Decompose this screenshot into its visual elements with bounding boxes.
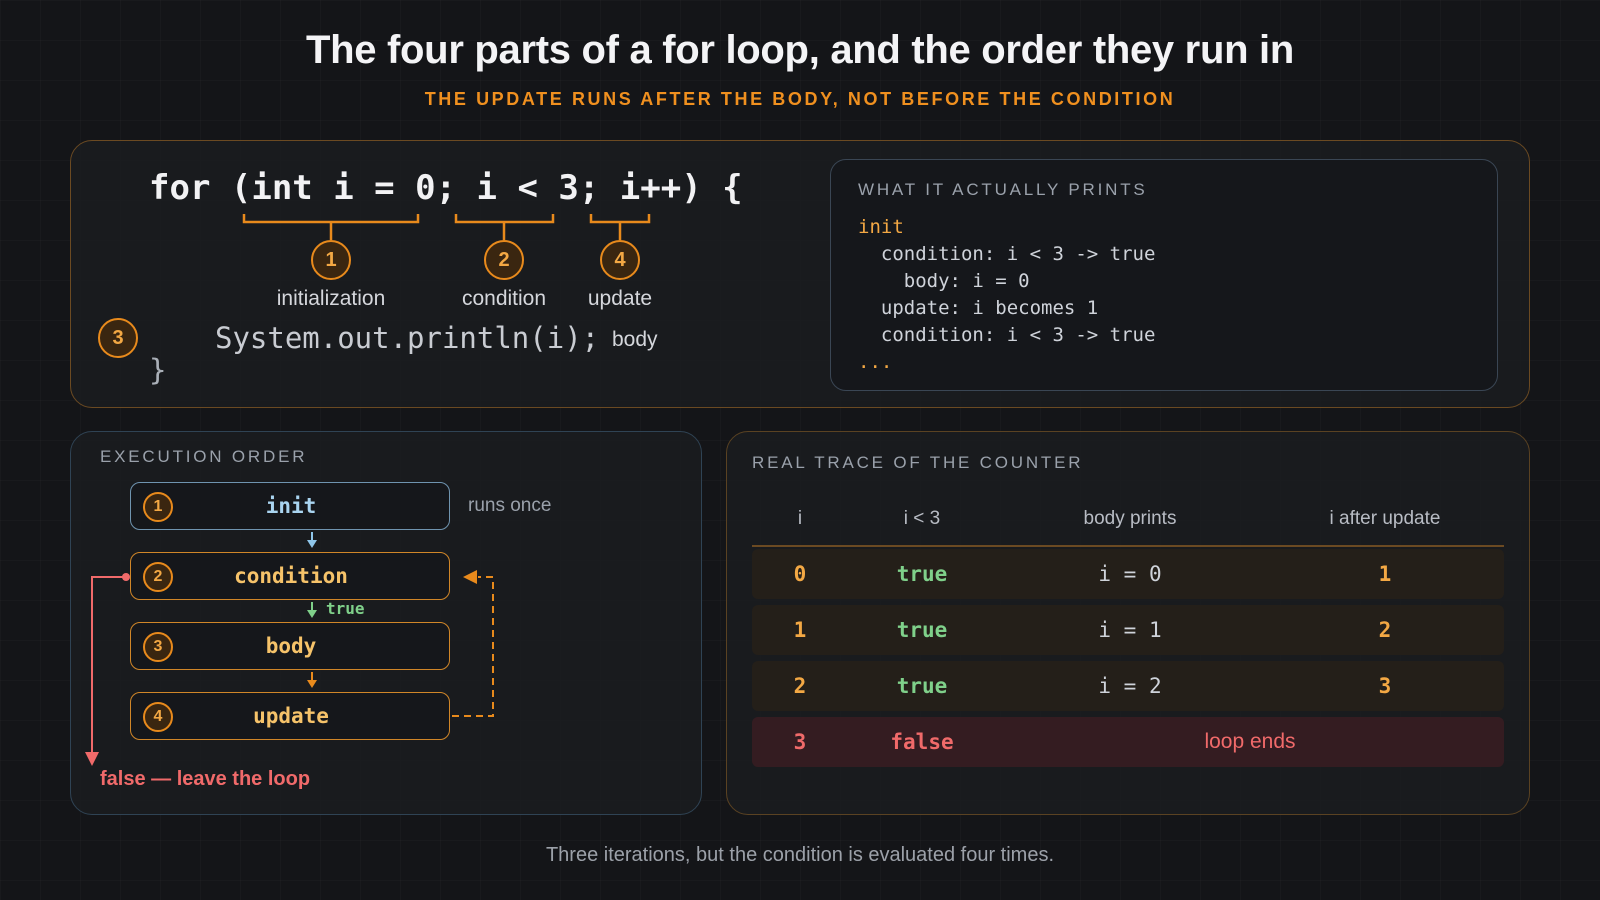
cell-prints: i = 2 (1098, 674, 1162, 698)
step-condition: 2 condition (130, 552, 450, 600)
loop-ends-note: loop ends (1204, 730, 1296, 753)
column-header: body prints (1083, 508, 1177, 529)
cell-i: 3 (793, 730, 807, 754)
step-body: 3 body (130, 622, 450, 670)
cell-prints: i = 0 (1098, 562, 1162, 586)
cell-condition: true (896, 674, 948, 698)
step-init: 1 init (130, 482, 450, 530)
column-header: i after update (1329, 508, 1441, 529)
step-label: update (253, 704, 329, 728)
cell-condition: true (896, 562, 948, 586)
step-label: init (265, 494, 317, 518)
header-divider (752, 545, 1504, 547)
cell-i: 2 (793, 674, 807, 698)
cell-condition: true (896, 618, 948, 642)
cell-after-update: 1 (1378, 562, 1392, 586)
column-header: i (797, 508, 803, 529)
footer-note: Three iterations, but the condition is e… (545, 844, 1055, 866)
false-exit-label: false — leave the loop (100, 768, 311, 790)
cell-condition: false (890, 730, 954, 754)
column-header: i < 3 (903, 508, 941, 529)
cell-after-update: 2 (1378, 618, 1392, 642)
cell-prints: i = 1 (1098, 618, 1162, 642)
cell-i: 0 (793, 562, 807, 586)
step-label: condition (234, 564, 348, 588)
step-label: body (265, 634, 317, 658)
step-update: 4 update (130, 692, 450, 740)
cell-i: 1 (793, 618, 807, 642)
cell-after-update: 3 (1378, 674, 1392, 698)
true-branch-label: true (326, 599, 365, 618)
runs-once-note: runs once (468, 495, 552, 516)
trace-heading: REAL TRACE OF THE COUNTER (752, 453, 1084, 472)
